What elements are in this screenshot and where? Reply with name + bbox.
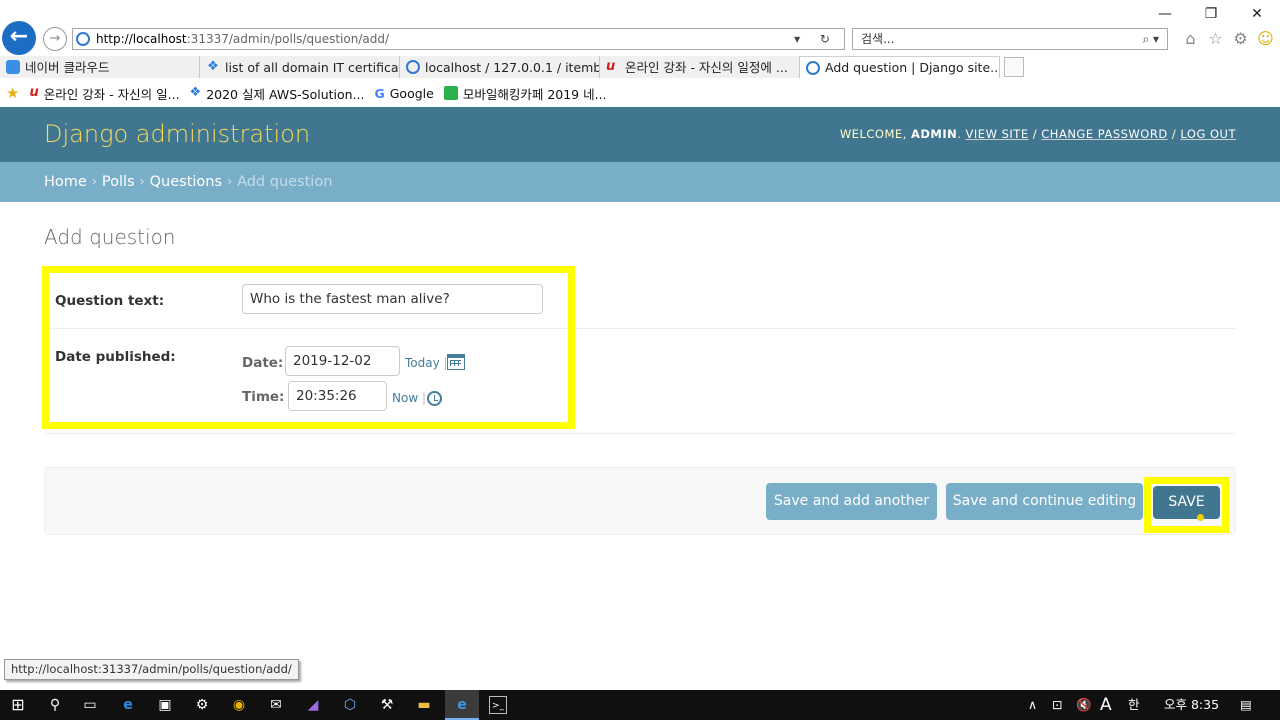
welcome-text: WELCOME, — [839, 127, 911, 141]
tab-add-question[interactable]: Add question | Django site... ✕ — [800, 56, 1000, 78]
favorite-label: 2020 실제 AWS-Solution... — [206, 86, 365, 102]
taskbar: ⊞ ⚲ ▭ e ▣ ⚙ ◉ ✉ ◢ ⬡ ⚒ ▬ e >_ ∧ ⊡ 🔇 A 한 오… — [0, 690, 1280, 720]
breadcrumb-current: Add question — [237, 174, 333, 190]
udemy-icon: u — [606, 59, 616, 74]
change-password-link[interactable]: CHANGE PASSWORD — [1041, 127, 1167, 141]
cloud-icon — [6, 60, 20, 74]
mail-icon[interactable]: ✉ — [267, 696, 285, 714]
google-icon: G — [374, 85, 385, 101]
close-button[interactable]: ✕ — [1234, 2, 1280, 26]
tab-label: Add question | Django site... — [825, 60, 1000, 75]
ime-mode[interactable]: A — [1100, 690, 1112, 720]
view-site-link[interactable]: VIEW SITE — [966, 127, 1029, 141]
terminal-icon[interactable]: >_ — [489, 696, 507, 714]
mouse-cursor-indicator — [1197, 514, 1204, 521]
user-tools: WELCOME, ADMIN. VIEW SITE / CHANGE PASSW… — [839, 127, 1236, 141]
tab-it-certifications[interactable]: ❖ list of all domain IT certificati... — [200, 56, 400, 78]
page-title: Add question — [44, 225, 176, 249]
tab-label: list of all domain IT certificati... — [225, 59, 400, 75]
forward-arrow-icon[interactable]: → — [43, 27, 67, 51]
tab-bar: 네이버 클라우드 ❖ list of all domain IT certifi… — [0, 56, 1280, 78]
taskbar-ie-active[interactable]: e — [445, 690, 479, 720]
tab-label: 네이버 클라우드 — [25, 59, 110, 75]
clock[interactable]: 오후 8:35 — [1164, 690, 1219, 720]
edge-icon[interactable]: e — [119, 696, 137, 714]
favorite-label: 모바일해킹카페 2019 네... — [462, 86, 607, 102]
tray-chevron-icon[interactable]: ∧ — [1028, 690, 1037, 720]
smiley-icon[interactable]: ☺ — [1255, 28, 1276, 50]
tab-localhost-db[interactable]: localhost / 127.0.0.1 / itembo... — [400, 56, 600, 78]
windows-start-icon[interactable]: ⊞ — [9, 696, 27, 714]
tab-label: 온라인 강좌 - 자신의 일정에 ... — [625, 59, 788, 75]
favorite-item[interactable]: G Google — [374, 86, 433, 101]
box-icon[interactable]: ⬡ — [341, 696, 359, 714]
favorite-item[interactable]: 모바일해킹카페 2019 네... — [443, 84, 607, 103]
tool-icon[interactable]: ⚒ — [378, 696, 396, 714]
favorite-label: Google — [389, 85, 434, 101]
tab-label: localhost / 127.0.0.1 / itembo... — [425, 59, 599, 75]
search-box[interactable]: 검색... ⌕ ▾ — [852, 28, 1168, 50]
breadcrumb-polls[interactable]: Polls — [102, 174, 135, 190]
visual-studio-icon[interactable]: ◢ — [304, 696, 322, 714]
tab-online-course[interactable]: u 온라인 강좌 - 자신의 일정에 ... — [600, 56, 800, 78]
cafe-icon — [443, 86, 458, 100]
breadcrumb: Home › Polls › Questions › Add question — [0, 162, 1280, 202]
tab-naver-cloud[interactable]: 네이버 클라우드 — [0, 56, 200, 78]
search-placeholder: 검색... — [861, 32, 895, 46]
favorite-item[interactable]: u 온라인 강좌 - 자신의 일... — [29, 84, 179, 103]
refresh-icon[interactable]: ▾ ↻ — [794, 29, 838, 49]
username: ADMIN — [910, 127, 958, 141]
notification-icon[interactable]: ▤ — [1240, 690, 1252, 720]
save-and-add-another-button[interactable]: Save and add another — [766, 483, 937, 520]
restore-button[interactable]: ❐ — [1188, 2, 1234, 26]
breadcrumb-questions[interactable]: Questions — [150, 174, 222, 190]
folder-icon[interactable]: ▬ — [415, 696, 433, 714]
ie-icon — [76, 32, 90, 46]
chrome-icon[interactable]: ◉ — [230, 696, 248, 714]
home-icon[interactable]: ⌂ — [1180, 28, 1201, 50]
site-header: Django administration WELCOME, ADMIN. VI… — [0, 107, 1280, 162]
flower-icon: ❖ — [207, 59, 219, 74]
status-bar-url: http://localhost:31337/admin/polls/quest… — [4, 659, 299, 680]
search-icon[interactable]: ⚲ — [46, 696, 64, 714]
breadcrumb-home[interactable]: Home — [44, 174, 87, 190]
ime-hangul-icon[interactable]: 한 — [1128, 690, 1140, 720]
task-view-icon[interactable]: ▭ — [81, 696, 99, 714]
star-icon[interactable]: ☆ — [1205, 28, 1226, 50]
row-divider — [44, 433, 1236, 434]
favorite-item[interactable]: ❖ 2020 실제 AWS-Solution... — [190, 84, 365, 103]
ie-icon: e — [457, 697, 467, 713]
address-bar[interactable]: http://localhost:31337/admin/polls/quest… — [72, 28, 845, 50]
favorites-star-icon[interactable]: ★ — [6, 84, 19, 102]
ie-icon — [406, 60, 420, 74]
favorites-bar: ★ u 온라인 강좌 - 자신의 일... ❖ 2020 실제 AWS-Solu… — [0, 79, 1280, 107]
gear-icon[interactable]: ⚙ — [1230, 28, 1251, 50]
flower-icon: ❖ — [189, 85, 202, 100]
save-and-continue-button[interactable]: Save and continue editing — [946, 483, 1143, 520]
highlight-box-save — [1144, 477, 1229, 533]
new-tab-button[interactable] — [1004, 57, 1024, 77]
address-url: http://localhost:31337/admin/polls/quest… — [96, 32, 389, 46]
minimize-button[interactable]: — — [1142, 2, 1188, 26]
submit-row: Save and add another Save and continue e… — [44, 467, 1236, 535]
network-icon[interactable]: ⊡ — [1052, 690, 1062, 720]
favorite-label: 온라인 강좌 - 자신의 일... — [43, 86, 180, 102]
log-out-link[interactable]: LOG OUT — [1180, 127, 1236, 141]
ie-icon — [806, 60, 820, 75]
browser-toolbar: ← → http://localhost:31337/admin/polls/q… — [0, 0, 1280, 56]
site-branding[interactable]: Django administration — [44, 120, 310, 148]
settings-gear-icon[interactable]: ⚙ — [193, 696, 211, 714]
back-arrow-icon[interactable]: ← — [2, 21, 36, 55]
udemy-icon: u — [29, 85, 39, 100]
highlight-box-fields — [42, 266, 575, 429]
store-icon[interactable]: ▣ — [156, 696, 174, 714]
search-icon[interactable]: ⌕ ▾ — [1142, 29, 1159, 49]
volume-muted-icon[interactable]: 🔇 — [1076, 690, 1092, 720]
